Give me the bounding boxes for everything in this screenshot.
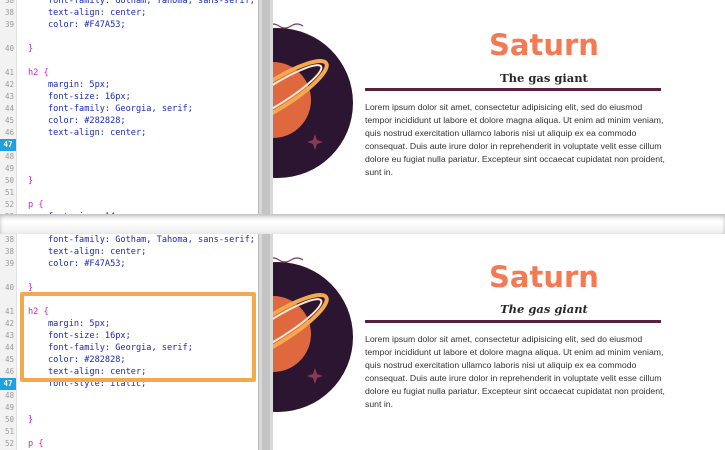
code-editor[interactable]: 38 font-family: Gotham, Tahoma, sans-seri… <box>0 0 258 214</box>
highlighted-h2-rule <box>20 292 256 382</box>
body-paragraph: Lorem ipsum dolor sit amet, consectetur … <box>365 102 665 177</box>
page-subtitle: The gas giant <box>500 71 588 85</box>
line-number: 40 <box>4 44 14 53</box>
code-line[interactable]: 42 margin: 5px; <box>0 79 258 91</box>
page-title: Saturn <box>489 28 599 62</box>
code-line[interactable]: 51 <box>0 187 258 199</box>
line-number: 47 <box>0 139 16 151</box>
code-line[interactable]: 38 font-family: Gotham, Tahoma, sans-seri… <box>0 0 258 7</box>
line-number: 45 <box>4 355 14 364</box>
css-declaration: font-family: Gotham, Tahoma, sans-serif; <box>48 235 255 245</box>
css-declaration: font-family: Gotham, Tahoma, sans-serif; <box>48 0 255 6</box>
css-selector: } <box>28 176 34 186</box>
line-number: 46 <box>4 128 14 137</box>
line-number: 50 <box>4 415 14 424</box>
page-subtitle: The gas giant <box>500 302 588 316</box>
code-line[interactable]: 52 p { <box>0 438 258 450</box>
line-number: 38 <box>4 8 14 17</box>
css-selector: } <box>28 44 34 54</box>
line-number: 43 <box>4 331 14 340</box>
line-number: 45 <box>4 116 14 125</box>
line-number: 40 <box>4 283 14 292</box>
code-line[interactable]: 39 color: #F47A53; <box>0 19 258 31</box>
code-editor[interactable]: 38 font-family: Gotham, Tahoma, sans-seri… <box>0 234 258 450</box>
code-line[interactable]: 43 font-size: 16px; <box>0 91 258 103</box>
code-line[interactable] <box>0 55 258 67</box>
after-panel: 38 font-family: Gotham, Tahoma, sans-seri… <box>0 234 725 450</box>
code-line[interactable]: 49 <box>0 402 258 414</box>
css-declaration: font-family: Georgia, serif; <box>48 104 193 114</box>
preview-pane: Saturn The gas giant Lorem ipsum dolor s… <box>273 0 725 214</box>
line-number: 51 <box>4 188 14 197</box>
code-line[interactable]: 38 font-family: Gotham, Tahoma, sans-seri… <box>0 234 258 246</box>
line-number: 39 <box>4 259 14 268</box>
css-declaration: text-align: center; <box>48 247 147 257</box>
css-selector: p { <box>28 439 44 449</box>
code-line[interactable] <box>0 270 258 282</box>
code-line[interactable]: 50} <box>0 414 258 426</box>
line-number: 39 <box>4 20 14 29</box>
title-rule <box>365 88 661 91</box>
preview-pane: Saturn The gas giant Lorem ipsum dolor s… <box>273 234 725 450</box>
line-number: 46 <box>4 367 14 376</box>
line-number: 49 <box>4 164 14 173</box>
css-declaration: margin: 5px; <box>48 80 111 90</box>
line-number: 42 <box>4 80 14 89</box>
code-line[interactable]: 38 text-align: center; <box>0 246 258 258</box>
css-declaration: color: #F47A53; <box>48 20 126 30</box>
line-number: 41 <box>4 307 14 316</box>
editor-scrollbar[interactable] <box>258 234 274 450</box>
scrollbar-thumb[interactable] <box>262 234 270 450</box>
code-line[interactable]: 50} <box>0 175 258 187</box>
code-line[interactable]: 51 <box>0 426 258 438</box>
page-title: Saturn <box>489 260 599 294</box>
line-number: 48 <box>4 391 14 400</box>
code-line[interactable]: 39 color: #F47A53; <box>0 258 258 270</box>
body-paragraph: Lorem ipsum dolor sit amet, consectetur … <box>365 334 665 409</box>
code-line[interactable]: 44 font-family: Georgia, serif; <box>0 103 258 115</box>
line-number: 38 <box>4 247 14 256</box>
line-number: 38 <box>4 0 14 5</box>
before-panel: 38 font-family: Gotham, Tahoma, sans-seri… <box>0 0 725 214</box>
code-line[interactable]: 49 <box>0 163 258 175</box>
line-number: 51 <box>4 427 14 436</box>
scrollbar-thumb[interactable] <box>262 0 270 214</box>
line-number: 50 <box>4 176 14 185</box>
line-number: 52 <box>4 439 14 448</box>
css-declaration: color: #282828; <box>48 116 126 126</box>
line-number: 43 <box>4 92 14 101</box>
code-line[interactable]: 38 text-align: center; <box>0 7 258 19</box>
line-number: 52 <box>4 200 14 209</box>
code-line[interactable] <box>0 31 258 43</box>
line-number: 44 <box>4 104 14 113</box>
code-line[interactable]: 41 h2 { <box>0 67 258 79</box>
line-number: 48 <box>4 152 14 161</box>
css-declaration: color: #F47A53; <box>48 259 126 269</box>
code-line[interactable]: 46 text-align: center; <box>0 127 258 139</box>
panel-divider <box>0 214 725 234</box>
line-number: 42 <box>4 319 14 328</box>
editor-scrollbar[interactable] <box>258 0 274 214</box>
saturn-illustration <box>273 257 353 412</box>
css-selector: } <box>28 415 34 425</box>
line-number: 49 <box>4 403 14 412</box>
line-number: 44 <box>4 343 14 352</box>
css-selector: p { <box>28 200 44 210</box>
line-number: 47 <box>0 378 16 390</box>
css-selector: h2 { <box>28 68 49 78</box>
title-rule <box>365 320 661 323</box>
code-line[interactable]: 40} <box>0 43 258 55</box>
code-line[interactable]: 48 <box>0 151 258 163</box>
code-line[interactable]: 45 color: #282828; <box>0 115 258 127</box>
saturn-illustration <box>273 23 353 178</box>
code-line[interactable]: 48 <box>0 390 258 402</box>
line-number: 41 <box>4 68 14 77</box>
code-line[interactable]: 47 <box>0 139 258 151</box>
css-declaration: text-align: center; <box>48 8 147 18</box>
line-number: 38 <box>4 235 14 244</box>
css-declaration: font-size: 16px; <box>48 92 131 102</box>
code-line[interactable]: 52 p { <box>0 199 258 211</box>
css-declaration: text-align: center; <box>48 128 147 138</box>
